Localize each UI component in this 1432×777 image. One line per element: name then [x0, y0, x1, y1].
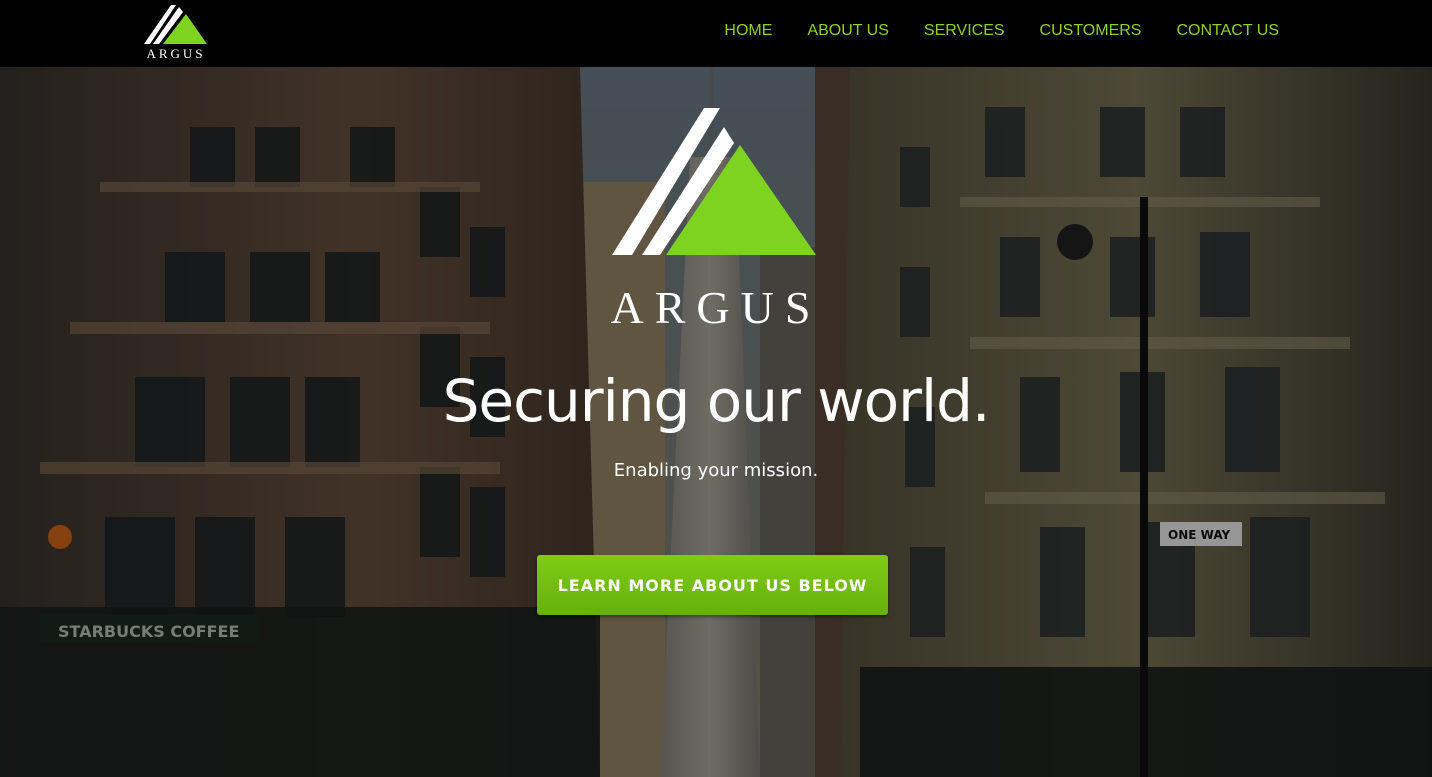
hero-subheadline: Enabling your mission. [613, 460, 819, 481]
brand-logo[interactable]: ARGUS [141, 4, 211, 62]
argus-logo-icon [144, 5, 207, 44]
nav-link-services[interactable]: SERVICES [924, 22, 1005, 40]
learn-more-button[interactable]: LEARN MORE ABOUT US BELOW [537, 555, 888, 615]
nav-link-home[interactable]: HOME [724, 22, 772, 40]
hero-headline: Securing our world. [442, 367, 991, 435]
nav-link-customers[interactable]: CUSTOMERS [1040, 22, 1142, 40]
top-nav-bar: ARGUS HOME ABOUT US SERVICES CUSTOMERS C… [0, 0, 1432, 67]
brand-wordmark: ARGUS [146, 46, 206, 61]
main-nav: HOME ABOUT US SERVICES CUSTOMERS CONTACT… [724, 0, 1279, 62]
hero-logo-wordmark: ARGUS [610, 282, 822, 333]
argus-large-logo-icon [612, 108, 816, 255]
nav-link-about-us[interactable]: ABOUT US [807, 22, 889, 40]
nav-link-contact-us[interactable]: CONTACT US [1176, 22, 1279, 40]
hero-logo: ARGUS [604, 105, 828, 331]
hero-section: STARBUCKS COFFEE ONE WAY ARGUS Securing … [0, 67, 1432, 777]
